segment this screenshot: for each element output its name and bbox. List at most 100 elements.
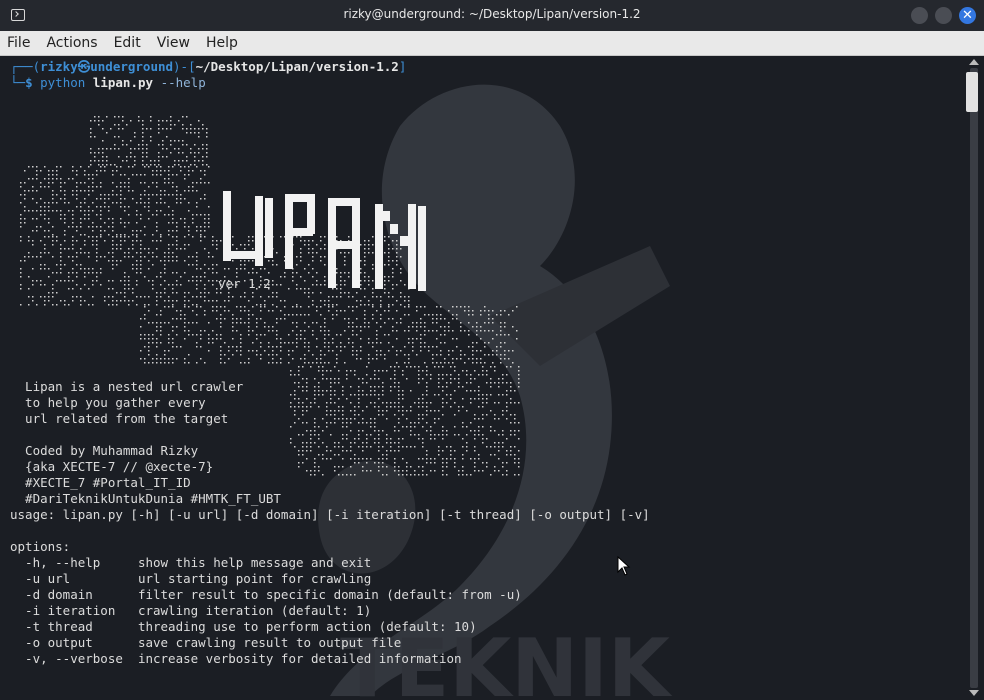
scrollbar[interactable] <box>964 56 984 700</box>
ascii-dot <box>186 132 188 134</box>
ascii-dot <box>418 374 420 376</box>
ascii-dot <box>436 318 438 320</box>
ascii-dot <box>200 230 202 232</box>
ascii-dot <box>94 160 96 162</box>
ascii-dot <box>212 268 214 270</box>
ascii-dot <box>356 334 358 336</box>
ascii-dot <box>384 264 386 266</box>
terminal-output[interactable]: TEKNIK ┌──(rizky㉿underground)-[~/Desktop… <box>0 56 964 700</box>
ascii-dot <box>292 358 294 360</box>
ascii-dot <box>108 226 110 228</box>
ascii-dot <box>356 358 358 360</box>
ascii-dot <box>76 256 78 258</box>
ascii-dot <box>196 166 198 168</box>
ascii-dot <box>352 296 354 298</box>
menu-actions[interactable]: Actions <box>38 31 105 55</box>
maximize-button[interactable] <box>935 7 952 24</box>
ascii-dot <box>116 244 118 246</box>
ascii-dot <box>72 296 74 298</box>
ascii-dot <box>90 132 92 134</box>
ascii-dot <box>494 370 496 372</box>
ascii-dot <box>482 366 484 368</box>
ascii-dot <box>72 272 74 274</box>
ascii-dot <box>388 236 390 238</box>
ascii-dot <box>144 334 146 336</box>
ascii-dot <box>232 354 234 356</box>
ascii-dot <box>268 362 270 364</box>
ascii-dot <box>140 338 142 340</box>
ascii-dot <box>100 194 102 196</box>
ascii-dot <box>478 374 480 376</box>
ascii-dot <box>192 310 194 312</box>
ascii-dot <box>512 362 514 364</box>
ascii-dot <box>122 116 124 118</box>
ascii-dot <box>400 248 402 250</box>
ascii-dot <box>484 306 486 308</box>
scroll-track[interactable] <box>970 68 978 688</box>
ascii-dot <box>500 322 502 324</box>
ascii-dot <box>196 296 198 298</box>
ascii-dot <box>460 322 462 324</box>
ascii-dot <box>84 244 86 246</box>
menu-edit[interactable]: Edit <box>106 31 149 55</box>
ascii-dot <box>120 174 122 176</box>
ascii-dot <box>164 272 166 274</box>
ascii-dot <box>392 304 394 306</box>
ascii-dot <box>112 304 114 306</box>
ascii-dot <box>216 334 218 336</box>
ascii-dot <box>300 314 302 316</box>
ascii-dot <box>276 338 278 340</box>
ascii-dot <box>160 362 162 364</box>
ascii-dot <box>200 358 202 360</box>
minimize-button[interactable] <box>911 7 928 24</box>
ascii-dot <box>392 318 394 320</box>
menu-file[interactable]: File <box>0 31 38 55</box>
ascii-dot <box>484 342 486 344</box>
ascii-dot <box>284 342 286 344</box>
ascii-dot <box>200 292 202 294</box>
ascii-dot <box>364 310 366 312</box>
ascii-dot <box>264 304 266 306</box>
ascii-dot <box>308 326 310 328</box>
ascii-dot <box>324 342 326 344</box>
ascii-dot <box>172 300 174 302</box>
ascii-dot <box>140 248 142 250</box>
ascii-dot <box>76 226 78 228</box>
option-description: show this help message and exit <box>137 555 372 570</box>
ascii-dot <box>304 240 306 242</box>
scroll-down-icon[interactable] <box>969 690 979 696</box>
ascii-dot <box>32 244 34 246</box>
ascii-dot <box>194 144 196 146</box>
ascii-dot <box>164 202 166 204</box>
scroll-up-icon[interactable] <box>969 59 979 65</box>
menu-view[interactable]: View <box>149 31 198 55</box>
menu-help[interactable]: Help <box>198 31 246 55</box>
ascii-dot <box>396 330 398 332</box>
ascii-dot <box>220 350 222 352</box>
ascii-dot <box>184 190 186 192</box>
ascii-dot <box>518 374 520 376</box>
ascii-dot <box>192 334 194 336</box>
ascii-dot <box>88 256 90 258</box>
ascii-dot <box>360 268 362 270</box>
ascii-dot <box>412 342 414 344</box>
ascii-dot <box>264 334 266 336</box>
ascii-dot <box>156 330 158 332</box>
ascii-dot <box>182 124 184 126</box>
ascii-dot <box>446 374 448 376</box>
ascii-dot <box>364 280 366 282</box>
ascii-dot <box>322 374 324 376</box>
ascii-dot <box>368 354 370 356</box>
ascii-dot <box>220 346 222 348</box>
ascii-dot <box>328 350 330 352</box>
ascii-dot <box>256 350 258 352</box>
close-button[interactable]: ✕ <box>959 7 976 24</box>
ascii-dot <box>84 252 86 254</box>
ascii-dot <box>126 144 128 146</box>
ascii-dot <box>424 346 426 348</box>
ascii-dot <box>212 284 214 286</box>
ascii-dot <box>300 236 302 238</box>
scroll-thumb[interactable] <box>966 72 978 112</box>
ascii-dot <box>204 292 206 294</box>
ascii-dot <box>244 248 246 250</box>
